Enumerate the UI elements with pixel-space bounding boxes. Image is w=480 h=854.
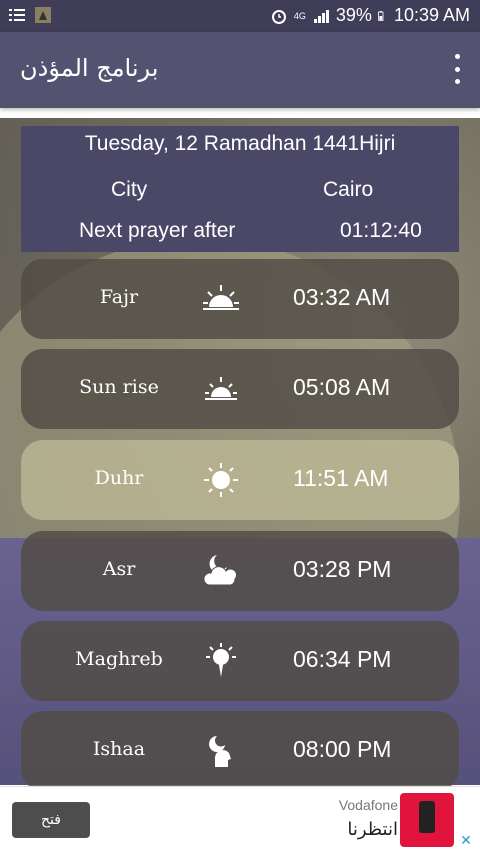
- close-icon[interactable]: ✕: [458, 832, 474, 848]
- sun-icon: [204, 463, 238, 497]
- prayer-time: 11:51 AM: [293, 465, 389, 491]
- ad-brand: Vodafone: [338, 797, 398, 813]
- app-title: برنامج المؤذن: [20, 54, 159, 82]
- ad-banner[interactable]: فتح Vodafone انتظرنا ✕: [0, 786, 480, 854]
- prayer-name: Asr: [102, 558, 136, 580]
- cloud-moon-icon: [203, 555, 237, 586]
- prayer-row-duhr[interactable]: Duhr 11:51 AM: [21, 440, 459, 520]
- overflow-menu-icon[interactable]: [452, 54, 462, 84]
- sunrise-icon: [205, 377, 237, 400]
- app-thumbnail-icon: [35, 7, 51, 23]
- prayer-time: 05:08 AM: [293, 374, 391, 400]
- list-icon: [9, 9, 25, 21]
- prayer-row-maghreb[interactable]: Maghreb 06:34 PM: [21, 621, 459, 701]
- hijri-date: Tuesday, 12 Ramadhan 1441Hijri: [84, 132, 396, 155]
- ad-message: انتظرنا: [347, 819, 398, 840]
- prayer-name: Fajr: [99, 286, 139, 308]
- prayer-name: Duhr: [94, 467, 144, 489]
- phone-icon: [419, 801, 435, 833]
- ad-image[interactable]: [400, 793, 454, 847]
- sunrise-icon: [203, 285, 239, 310]
- prayer-time: 06:34 PM: [293, 646, 392, 672]
- prayer-time: 08:00 PM: [293, 736, 392, 762]
- prayer-row-fajr[interactable]: Fajr 03:32 AM: [21, 259, 459, 339]
- status-time: 10:39 AM: [393, 5, 470, 25]
- prayer-row-ishaa[interactable]: Ishaa 08:00 PM: [21, 711, 459, 791]
- signal-icon: [313, 9, 329, 23]
- prayer-name: Sun rise: [79, 376, 159, 398]
- network-type: 4G: [293, 10, 306, 21]
- sunset-icon: [206, 643, 236, 677]
- next-prayer-label: Next prayer after: [79, 219, 236, 242]
- prayer-time: 03:28 PM: [293, 556, 392, 582]
- moon-head-icon: [209, 736, 231, 767]
- app-bar: برنامج المؤذن: [0, 32, 480, 108]
- battery-icon: [378, 10, 384, 21]
- info-panel: Tuesday, 12 Ramadhan 1441Hijri City Cair…: [21, 126, 459, 252]
- next-prayer-countdown: 01:12:40: [340, 219, 422, 242]
- city-value[interactable]: Cairo: [323, 178, 373, 202]
- battery-percent: 39%: [335, 5, 372, 25]
- prayer-time: 03:32 AM: [293, 284, 391, 310]
- status-bar: 4G 39% 10:39 AM: [0, 0, 480, 32]
- city-label: City: [111, 178, 148, 201]
- prayer-name: Maghreb: [75, 648, 163, 670]
- prayer-row-sunrise[interactable]: Sun rise 05:08 AM: [21, 349, 459, 429]
- ad-open-button[interactable]: فتح: [12, 802, 90, 838]
- prayer-row-asr[interactable]: Asr 03:28 PM: [21, 531, 459, 611]
- alarm-icon: [271, 9, 286, 24]
- prayer-name: Ishaa: [92, 738, 146, 760]
